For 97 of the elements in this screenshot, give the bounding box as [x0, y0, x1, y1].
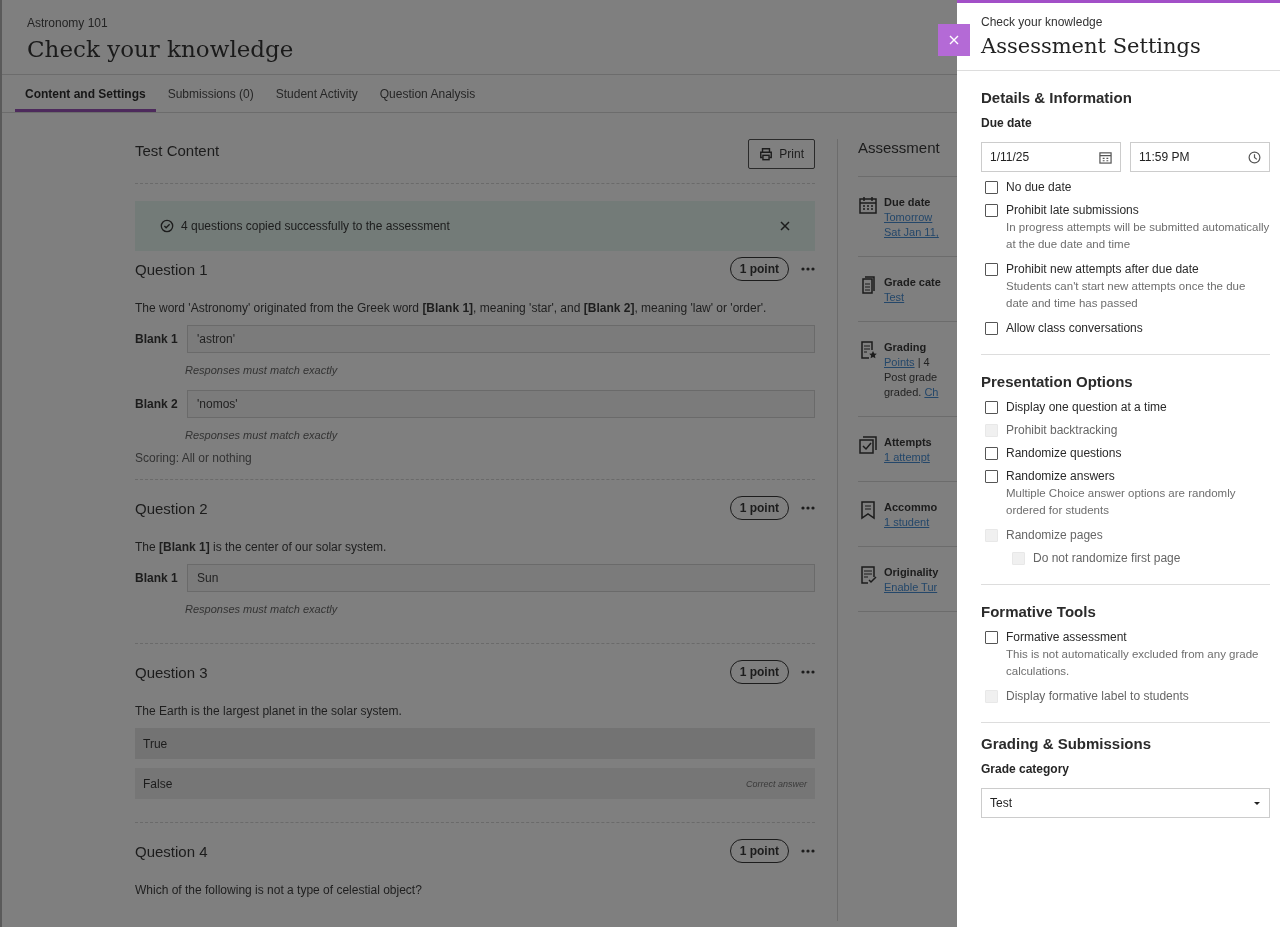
checkbox[interactable] [985, 470, 998, 483]
blank-label: Blank 1 [135, 571, 179, 585]
checkbox-label: Randomize pages [1006, 528, 1103, 542]
calendar-icon [1099, 150, 1112, 164]
checkbox-label: Prohibit late submissions [1006, 203, 1140, 217]
grade-category-select[interactable]: Test [981, 788, 1270, 818]
checkbox-label: Randomize questions [1006, 446, 1122, 460]
checkbox-label: Allow class conversations [1006, 321, 1143, 335]
link[interactable]: Tomorrow [884, 210, 933, 225]
summary-title: Grade cate [884, 275, 941, 290]
calendar-icon [858, 195, 878, 215]
close-icon[interactable] [780, 221, 790, 231]
settings-section-heading: Presentation Options [981, 373, 1134, 390]
check-circle-icon [160, 219, 174, 233]
checkbox-label: Formative assessment [1006, 630, 1128, 644]
match-note: Responses must match exactly [185, 364, 339, 376]
question-title: Question 4 [135, 842, 209, 860]
tab[interactable]: Submissions (0) [157, 75, 264, 112]
link[interactable]: 1 student [884, 515, 930, 530]
clock-icon [1248, 150, 1261, 164]
answer-text: False [143, 776, 173, 791]
checkbox[interactable] [985, 204, 998, 217]
checkbox-label: No due date [1006, 180, 1072, 194]
bookmark-icon [858, 500, 878, 520]
help-text: Students can't start new attempts once the due date and time has passed [1006, 279, 1247, 311]
tab[interactable]: Student Activity [265, 75, 368, 112]
answer-field: Sun [187, 564, 815, 592]
tab[interactable]: Question Analysis [369, 75, 486, 112]
close-icon [949, 35, 959, 45]
blank-label: Blank 1 [135, 332, 179, 346]
link[interactable]: Points [884, 355, 915, 370]
answer-field: 'nomos' [187, 390, 815, 418]
time-field[interactable]: 11:59 PM [1130, 142, 1270, 172]
caret-icon [1253, 800, 1261, 806]
link[interactable]: 1 attempt [884, 450, 930, 465]
more-icon[interactable] [801, 849, 815, 853]
match-note: Responses must match exactly [185, 603, 339, 615]
more-icon[interactable] [801, 670, 815, 674]
date-field[interactable]: 1/11/25 [981, 142, 1121, 172]
link[interactable]: Ch [924, 385, 939, 400]
help-text: Multiple Choice answer options are randomly ordered for students [1006, 486, 1237, 518]
summary-title: Attempts [884, 435, 932, 450]
page-title: Check your knowledge [27, 36, 294, 62]
question-title: Question 3 [135, 663, 209, 681]
answer-field: 'astron' [187, 325, 815, 353]
settings-section-heading: Grading & Submissions [981, 735, 1153, 752]
summary-title: Grading [884, 340, 928, 355]
question-text: Which of the following is not a type of celestial object? [135, 883, 423, 897]
settings-section-heading: Details & Information [981, 89, 1133, 106]
checkbox-label: Prohibit backtracking [1006, 423, 1118, 437]
panel-breadcrumb: Check your knowledge [981, 15, 1104, 29]
answer-text: True [143, 736, 168, 751]
banner-message: 4 questions copied successfully to the assessment [181, 219, 451, 233]
summary-title: Due date [884, 195, 932, 210]
checkbox[interactable] [985, 322, 998, 335]
summary-title: Accommo [884, 500, 938, 515]
summary-text: graded. [884, 385, 923, 400]
section-heading: Test Content [135, 142, 220, 159]
checkbox-label: Do not randomize first page [1033, 551, 1181, 565]
more-icon[interactable] [801, 267, 815, 271]
field-label: Due date [981, 116, 1033, 130]
summary-title: Originality [884, 565, 939, 580]
scoring-text: Scoring: All or nothing [135, 451, 253, 465]
printer-icon [759, 147, 774, 161]
document-star-icon [858, 340, 878, 360]
checkbox-label: Prohibit new attempts after due date [1006, 262, 1200, 276]
summary-text: | 4 [916, 355, 930, 370]
blank-label: Blank 2 [135, 397, 179, 411]
checkbox-label: Randomize answers [1006, 469, 1116, 483]
checkbox-label: Display formative label to students [1006, 689, 1189, 703]
field-label: Grade category [981, 762, 1071, 776]
question-title: Question 1 [135, 260, 209, 278]
document-check-icon [858, 565, 878, 585]
checkbox-stack-icon [858, 435, 878, 455]
checkbox[interactable] [985, 631, 998, 644]
print-button[interactable]: Print [748, 139, 815, 169]
checkbox-label: Display one question at a time [1006, 400, 1167, 414]
question-text: The word 'Astronomy' originated from the Greek word [Blank 1], meaning 'star', and [Blank 2], meaning 'law' or 'order'. [135, 301, 768, 315]
checkbox[interactable] [985, 263, 998, 276]
help-text: This is not automatically excluded from any grade calculations. [1006, 647, 1260, 679]
checkbox[interactable] [985, 401, 998, 414]
checkbox[interactable] [985, 181, 998, 194]
help-text: In progress attempts will be submitted automatically at the due date and time [1006, 220, 1270, 252]
summary-text: Post grade [884, 370, 938, 385]
checkbox[interactable] [985, 447, 998, 460]
question-title: Question 2 [135, 499, 209, 517]
settings-section-heading: Formative Tools [981, 603, 1097, 620]
question-text: The [Blank 1] is the center of our solar system. [135, 540, 388, 554]
more-icon[interactable] [801, 506, 815, 510]
match-note: Responses must match exactly [185, 429, 339, 441]
link[interactable]: Test [884, 290, 905, 305]
question-text: The Earth is the largest planet in the solar system. [135, 704, 403, 718]
tab[interactable]: Content and Settings [15, 75, 156, 112]
course-name: Astronomy 101 [27, 16, 108, 30]
panel-title: Assessment Settings [981, 34, 1202, 58]
link[interactable]: Sat Jan 11, [884, 225, 939, 240]
link[interactable]: Enable Tur [884, 580, 938, 595]
